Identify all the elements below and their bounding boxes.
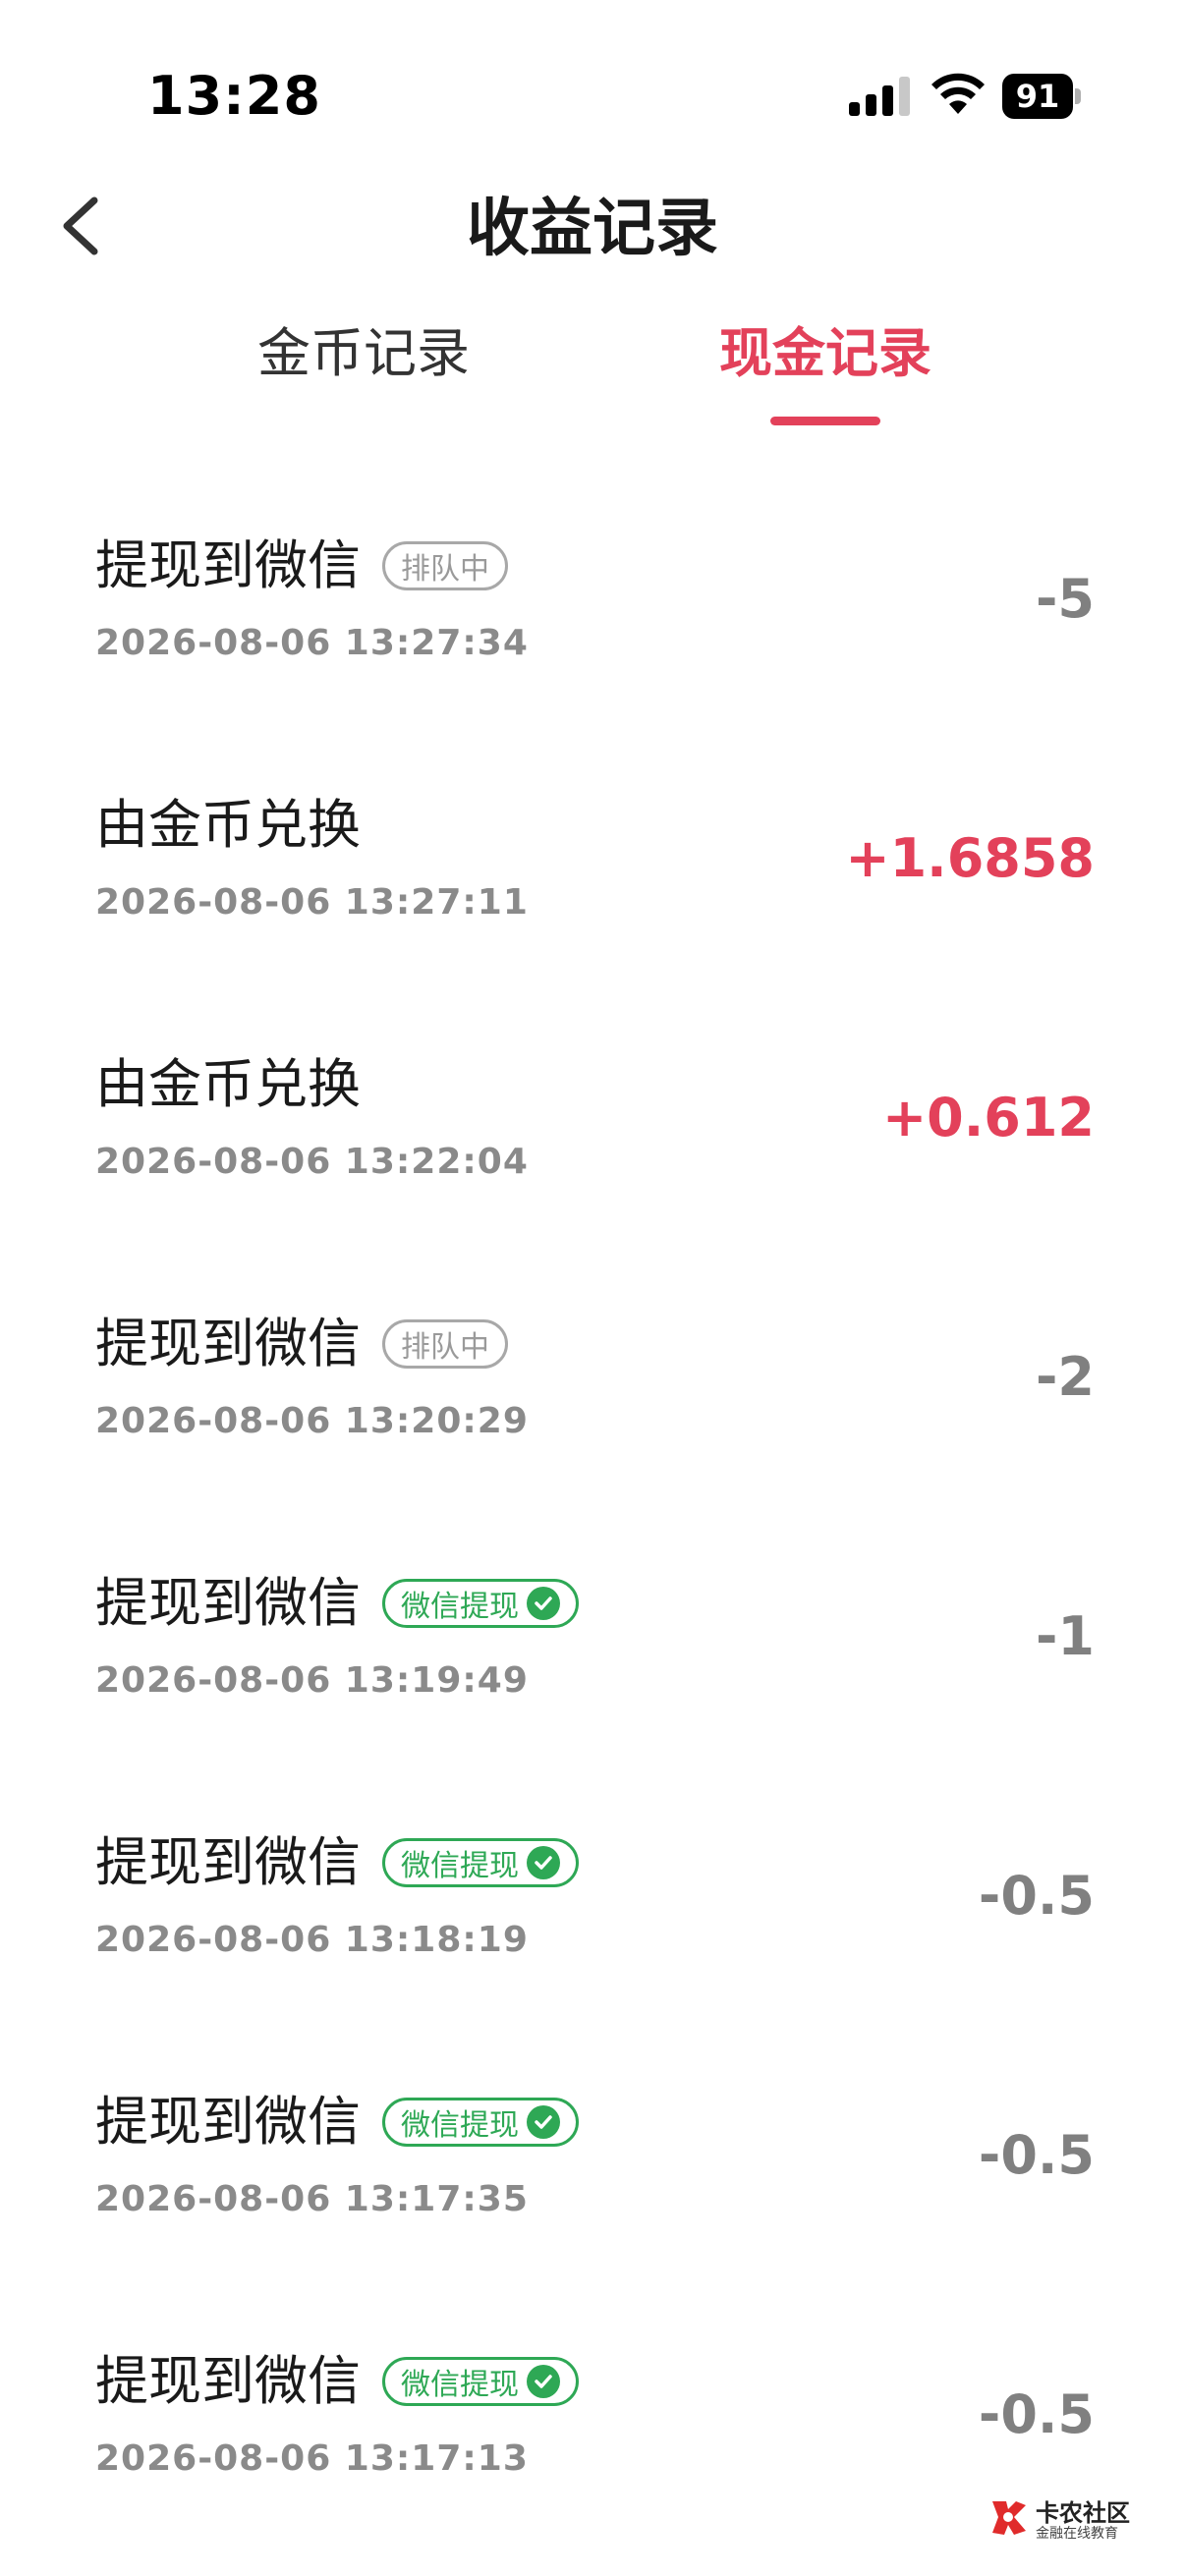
- page-title: 收益记录: [467, 193, 718, 265]
- record-title-row: 由金币兑换: [95, 788, 361, 863]
- record-title: 提现到微信: [95, 1313, 361, 1374]
- record-amount: -0.5: [978, 2383, 1095, 2445]
- status-badge: 排队中: [382, 541, 508, 590]
- record-time: 2026-08-06 13:27:11: [95, 882, 529, 923]
- record-title-row: 提现到微信 排队中: [95, 529, 508, 603]
- list-item[interactable]: 提现到微信 排队中 2026-08-06 13:20:29 -2: [0, 1260, 1185, 1519]
- record-amount: -0.5: [978, 1865, 1095, 1927]
- badge-label: 排队中: [401, 552, 489, 587]
- record-title-row: 提现到微信 微信提现: [95, 1566, 579, 1641]
- status-badge: 排队中: [382, 1319, 508, 1369]
- record-title: 提现到微信: [95, 1572, 361, 1634]
- battery-level: 91: [1002, 74, 1073, 119]
- badge-label: 微信提现: [401, 2108, 519, 2143]
- record-title-row: 提现到微信 微信提现: [95, 2344, 579, 2419]
- wifi-icon: [931, 73, 985, 114]
- cellular-signal-icon: [849, 77, 910, 116]
- badge-label: 微信提现: [401, 2368, 519, 2402]
- battery-icon: 91: [1002, 74, 1081, 119]
- back-arrow-icon[interactable]: [49, 187, 118, 265]
- tab-cash-records[interactable]: 现金记录: [678, 314, 973, 393]
- wechat-badge: 微信提现: [382, 2357, 579, 2406]
- record-time: 2026-08-06 13:17:13: [95, 2438, 529, 2479]
- tab-coin-records[interactable]: 金币记录: [216, 314, 511, 393]
- record-title: 由金币兑换: [95, 1053, 361, 1115]
- record-title-row: 提现到微信 排队中: [95, 1307, 508, 1381]
- record-time: 2026-08-06 13:22:04: [95, 1142, 529, 1182]
- watermark-tagline: 金融在线教育: [1036, 2526, 1118, 2542]
- badge-label: 排队中: [401, 1330, 489, 1365]
- badge-label: 微信提现: [401, 1849, 519, 1883]
- status-bar: 13:28 91: [0, 0, 1185, 187]
- record-amount: +1.6858: [845, 827, 1095, 889]
- kanong-logo-icon: [992, 2501, 1026, 2535]
- check-icon: [527, 1587, 560, 1620]
- wechat-badge: 微信提现: [382, 1579, 579, 1628]
- list-item[interactable]: 提现到微信 微信提现 2026-08-06 13:17:35 -0.5: [0, 2038, 1185, 2297]
- record-title: 由金币兑换: [95, 794, 361, 856]
- list-item[interactable]: 提现到微信 微信提现 2026-08-06 13:18:19 -0.5: [0, 1778, 1185, 2038]
- check-icon: [527, 2365, 560, 2398]
- record-amount: -5: [1036, 568, 1095, 630]
- record-title: 提现到微信: [95, 1831, 361, 1893]
- list-item[interactable]: 由金币兑换 2026-08-06 13:27:11 +1.6858: [0, 741, 1185, 1000]
- record-title-row: 由金币兑换: [95, 1047, 361, 1122]
- watermark-logo: 卡农社区 金融在线教育: [987, 2492, 1144, 2545]
- record-title: 提现到微信: [95, 534, 361, 596]
- badge-label: 微信提现: [401, 1590, 519, 1624]
- record-amount: +0.612: [881, 1087, 1095, 1148]
- record-time: 2026-08-06 13:20:29: [95, 1401, 529, 1441]
- record-list: 提现到微信 排队中 2026-08-06 13:27:34 -5 由金币兑换 2…: [0, 481, 1185, 2556]
- record-time: 2026-08-06 13:17:35: [95, 2179, 529, 2219]
- record-time: 2026-08-06 13:19:49: [95, 1660, 529, 1701]
- list-item[interactable]: 由金币兑换 2026-08-06 13:22:04 +0.612: [0, 1000, 1185, 1260]
- record-amount: -2: [1036, 1346, 1095, 1408]
- list-item[interactable]: 提现到微信 微信提现 2026-08-06 13:19:49 -1: [0, 1519, 1185, 1778]
- wechat-badge: 微信提现: [382, 2098, 579, 2147]
- record-title-row: 提现到微信 微信提现: [95, 2085, 579, 2159]
- wechat-badge: 微信提现: [382, 1838, 579, 1887]
- record-time: 2026-08-06 13:18:19: [95, 1920, 529, 1960]
- check-icon: [527, 2105, 560, 2139]
- check-icon: [527, 1846, 560, 1879]
- record-amount: -1: [1036, 1605, 1095, 1667]
- record-title: 提现到微信: [95, 2091, 361, 2153]
- record-title: 提现到微信: [95, 2350, 361, 2412]
- record-title-row: 提现到微信 微信提现: [95, 1825, 579, 1900]
- record-time: 2026-08-06 13:27:34: [95, 623, 529, 663]
- active-tab-indicator: [770, 417, 880, 425]
- status-time: 13:28: [147, 65, 321, 127]
- record-amount: -0.5: [978, 2124, 1095, 2186]
- list-item[interactable]: 提现到微信 排队中 2026-08-06 13:27:34 -5: [0, 481, 1185, 741]
